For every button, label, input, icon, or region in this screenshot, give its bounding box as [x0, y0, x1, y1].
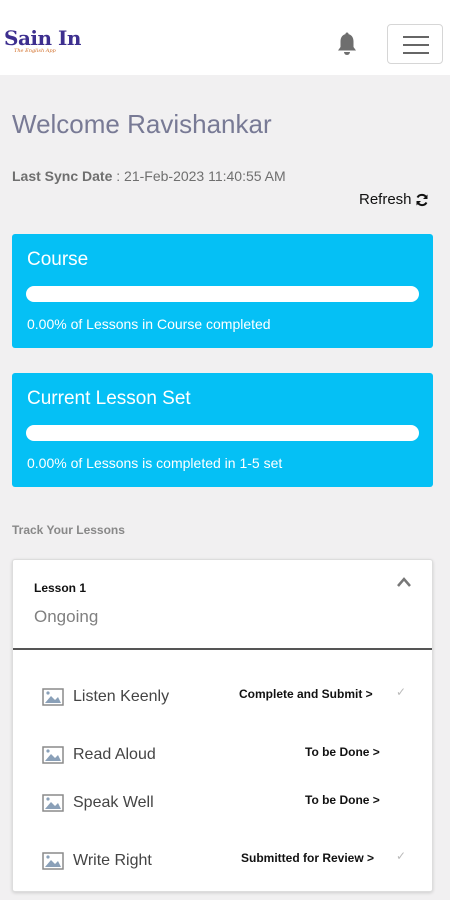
lesson-set-progress-bar [26, 425, 419, 441]
welcome-heading: Welcome Ravishankar [12, 109, 272, 139]
lesson-item-label: Read Aloud [73, 746, 156, 763]
lesson-item-label: Speak Well [73, 794, 154, 811]
lesson-item-label: Write Right [73, 852, 152, 869]
lesson-set-title: Current Lesson Set [27, 388, 191, 409]
refresh-button[interactable]: Refresh [359, 191, 429, 208]
bell-icon[interactable] [336, 32, 358, 56]
lesson-status: Ongoing [34, 607, 99, 626]
course-progress-bar [26, 286, 419, 302]
hamburger-menu-button[interactable] [387, 24, 443, 64]
check-icon: ✓ [396, 849, 407, 863]
app-logo[interactable]: Sain In The English App [4, 28, 81, 54]
lesson-item-action[interactable]: Submitted for Review > [241, 851, 374, 865]
menu-line [403, 36, 429, 38]
top-bar: Sain In The English App [0, 0, 450, 75]
check-icon: ✓ [396, 685, 407, 699]
lesson-card: Lesson 1 Ongoing Listen Keenly Complete … [12, 559, 433, 892]
refresh-label: Refresh [359, 191, 412, 208]
lesson-item-speak-well[interactable]: Speak Well To be Done > [13, 790, 432, 820]
logo-text: Sain In [4, 26, 81, 50]
lesson-item-action[interactable]: To be Done > [305, 793, 380, 807]
lesson-set-progress-text: 0.00% of Lessons is completed in 1-5 set [27, 455, 283, 471]
image-icon [42, 852, 64, 870]
image-icon [42, 688, 64, 706]
lesson-item-write-right[interactable]: Write Right Submitted for Review > ✓ [13, 848, 432, 878]
menu-line [403, 52, 429, 54]
sync-value: : 21-Feb-2023 11:40:55 AM [112, 168, 286, 184]
track-lessons-heading: Track Your Lessons [12, 523, 125, 537]
lesson-item-action[interactable]: To be Done > [305, 745, 380, 759]
lesson-item-action[interactable]: Complete and Submit > [239, 687, 373, 701]
lesson-card-header[interactable]: Lesson 1 Ongoing [13, 560, 432, 650]
image-icon [42, 794, 64, 812]
course-progress-text: 0.00% of Lessons in Course completed [27, 316, 271, 332]
image-icon [42, 746, 64, 764]
course-title: Course [27, 249, 89, 270]
sync-label: Last Sync Date [12, 168, 113, 184]
last-sync-date: Last Sync Date : 21-Feb-2023 11:40:55 AM [12, 168, 286, 184]
lesson-item-listen-keenly[interactable]: Listen Keenly Complete and Submit > ✓ [13, 684, 432, 714]
lesson-set-progress-card: Current Lesson Set 0.00% of Lessons is c… [12, 373, 433, 487]
lesson-item-read-aloud[interactable]: Read Aloud To be Done > [13, 742, 432, 772]
refresh-icon [416, 193, 428, 206]
course-progress-card: Course 0.00% of Lessons in Course comple… [12, 234, 433, 348]
lesson-title: Lesson 1 [34, 581, 87, 595]
chevron-up-icon[interactable] [396, 576, 412, 588]
menu-line [403, 44, 429, 46]
lesson-item-label: Listen Keenly [73, 688, 170, 705]
